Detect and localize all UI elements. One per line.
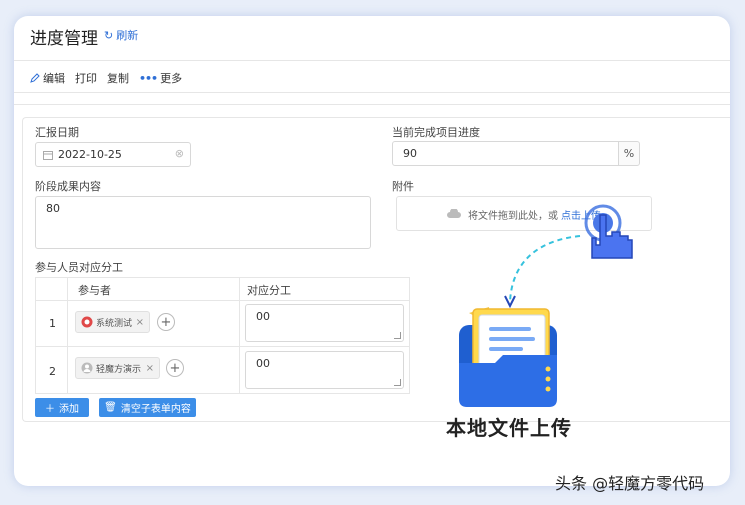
user-tag: 系统测试 × [75,311,150,333]
dashed-arrow-icon [504,235,581,309]
stage-result-textarea[interactable]: 80 [35,196,371,249]
resize-handle-icon[interactable] [394,379,401,386]
report-date-label: 汇报日期 [35,126,79,139]
pencil-icon [30,73,40,83]
table-row: 2 轻魔方演示 × + 00 [36,347,409,394]
more-label: 更多 [160,72,183,85]
participants-table: 参与者 对应分工 1 系统测试 × + 00 2 轻魔方演示 × + 00 [35,277,410,394]
user-tag: 轻魔方演示 × [75,357,160,379]
user-tag-name: 系统测试 [96,318,133,329]
row-index: 1 [49,317,56,330]
clear-subform-label: 清空子表单内容 [120,404,191,415]
resize-handle-icon[interactable] [394,332,401,339]
task-value: 00 [256,310,270,323]
report-date-value: 2022-10-25 [58,148,122,161]
task-textarea[interactable]: 00 [245,351,404,389]
column-header-participant: 参与者 [78,284,111,297]
upload-caption: 本地文件上传 [446,416,572,440]
upload-illustration-overlay [504,204,633,309]
remove-user-icon[interactable]: × [146,363,154,374]
stage-result-value: 80 [46,202,60,215]
refresh-label: 刷新 [116,29,139,42]
section-divider [14,104,730,105]
participants-label: 参与人员对应分工 [35,261,123,274]
watermark: 头条 @轻魔方零代码 [555,474,705,493]
toolbar-divider [14,92,730,93]
table-header: 参与者 对应分工 [36,278,409,301]
header-divider [14,60,730,61]
progress-value: 90 [403,147,417,160]
cloud-upload-icon [447,209,461,218]
add-row-label: 添加 [59,404,79,415]
toolbar: 编辑 打印 复制 ••• 更多 [30,70,182,86]
attachment-label: 附件 [392,180,414,193]
avatar [81,362,93,374]
add-row-button[interactable]: ＋ 添加 [35,398,89,417]
report-date-field[interactable]: 2022-10-25 ⊗ [35,142,191,167]
trash-icon: 🗑 [104,402,117,413]
progress-input[interactable]: 90 [392,141,619,166]
task-value: 00 [256,357,270,370]
folder-icon [459,307,557,407]
user-tag-name: 轻魔方演示 [96,364,142,375]
progress-label: 当前完成项目进度 [392,126,480,139]
clear-subform-button[interactable]: 🗑 清空子表单内容 [99,398,196,417]
page-title: 进度管理 [30,29,98,49]
clear-date-icon[interactable]: ⊗ [175,147,184,160]
more-icon: ••• [139,71,158,85]
progress-unit: % [618,141,640,166]
plus-icon: ＋ [45,404,55,415]
stage-result-label: 阶段成果内容 [35,180,101,193]
edit-label: 编辑 [43,72,65,85]
more-button[interactable]: ••• 更多 [139,70,182,86]
remove-user-icon[interactable]: × [136,317,144,328]
edit-button[interactable]: 编辑 [30,70,65,86]
refresh-icon: ↻ [104,28,114,42]
avatar [81,316,93,328]
add-user-button[interactable]: + [157,313,175,331]
copy-button[interactable]: 复制 [107,70,129,86]
task-textarea[interactable]: 00 [245,304,404,342]
hand-pointer-icon [584,204,633,259]
refresh-button[interactable]: ↻ 刷新 [104,27,138,43]
table-row: 1 系统测试 × + 00 [36,300,409,347]
row-index: 2 [49,365,56,378]
calendar-icon [43,151,53,160]
print-button[interactable]: 打印 [75,70,97,86]
add-user-button[interactable]: + [166,359,184,377]
column-header-task: 对应分工 [247,284,291,297]
